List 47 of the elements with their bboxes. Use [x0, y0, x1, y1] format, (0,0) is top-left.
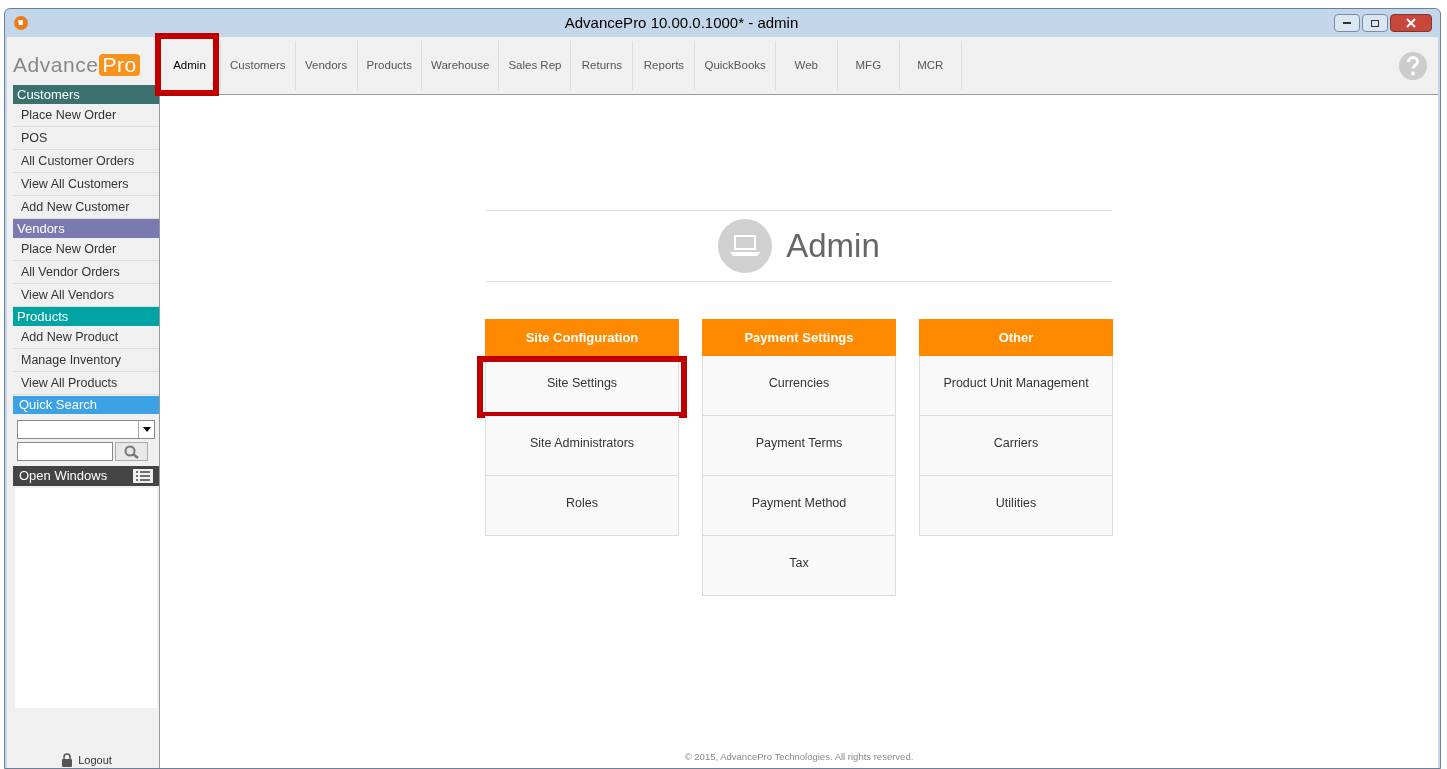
nav-tab[interactable]: Reports [633, 41, 696, 90]
nav-tab[interactable]: Products [357, 41, 422, 90]
close-button[interactable] [1390, 14, 1432, 32]
nav-tab[interactable]: Returns [571, 41, 634, 90]
page-title: Admin [786, 226, 880, 267]
nav-tab[interactable]: Vendors [295, 41, 358, 90]
settings-link[interactable]: Payment Terms [702, 416, 896, 476]
section-title: Open Windows [19, 467, 108, 486]
group-header: Other [919, 319, 1113, 356]
copyright: © 2015, AdvancePro Technologies. All rights reserved. [684, 749, 914, 764]
laptop-icon [718, 219, 773, 273]
window-title: AdvancePro 10.00.0.1000* - admin [563, 12, 800, 33]
settings-link[interactable]: Utilities [919, 476, 1113, 536]
app-icon [13, 15, 29, 31]
settings-link[interactable]: Carriers [919, 416, 1113, 476]
nav-tab[interactable]: MCR [899, 41, 962, 90]
minimize-button[interactable] [1334, 14, 1360, 32]
nav-tab[interactable]: Sales Rep [499, 41, 572, 90]
search-button[interactable] [115, 442, 148, 461]
section-header: Quick Search [13, 396, 159, 414]
section-header: Products [13, 307, 159, 326]
nav-tab[interactable]: Admin [159, 41, 221, 90]
search-field[interactable] [17, 442, 113, 461]
nav-tab[interactable]: Customers [221, 41, 296, 90]
nav-tab[interactable]: Warehouse [422, 41, 500, 90]
nav-tab[interactable]: Web [775, 41, 838, 90]
search-icon [123, 444, 140, 459]
group-header: Payment Settings [702, 319, 896, 356]
settings-link[interactable]: Currencies [702, 356, 896, 416]
section-header: Vendors [13, 219, 159, 238]
nav-tab[interactable]: QuickBooks [695, 41, 776, 90]
dropdown[interactable] [17, 420, 155, 439]
group-header: Site Configuration [485, 319, 679, 356]
lock-icon [60, 752, 75, 767]
settings-link[interactable]: Product Unit Management [919, 356, 1113, 416]
list-icon [133, 469, 153, 483]
nav-tab[interactable]: MFG [837, 41, 900, 90]
logout-button[interactable]: Logout [60, 751, 112, 768]
logo: Advance Pro [13, 45, 159, 85]
section-header: Customers [13, 85, 159, 104]
maximize-button[interactable] [1362, 14, 1388, 32]
settings-link[interactable]: Payment Method [702, 476, 896, 536]
settings-link[interactable]: Site Administrators [485, 416, 679, 476]
settings-link[interactable]: Roles [485, 476, 679, 536]
caret-icon [142, 427, 151, 432]
settings-link[interactable]: Tax [702, 536, 896, 596]
close-icon [1406, 18, 1416, 28]
